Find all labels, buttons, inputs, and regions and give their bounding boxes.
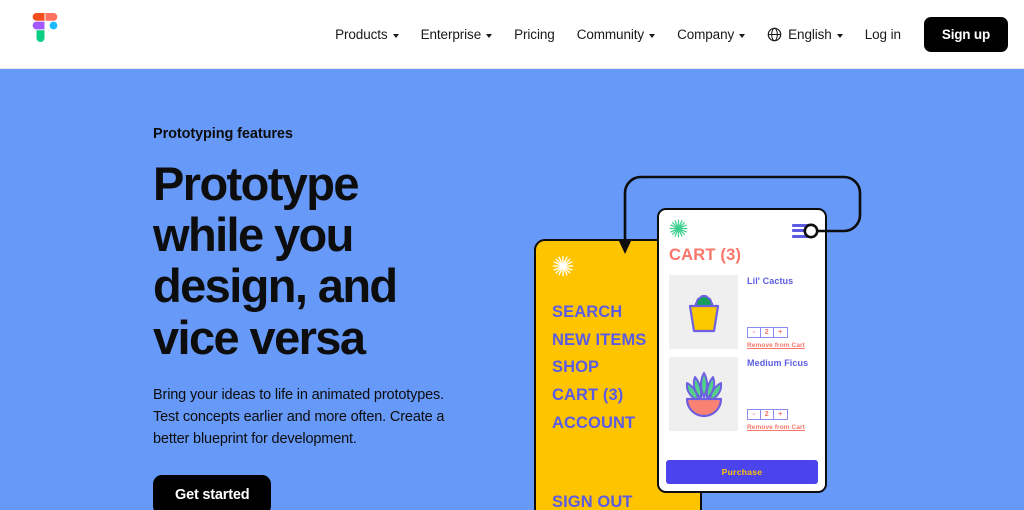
phone-header	[659, 210, 825, 242]
cart-item-name: Lil' Cactus	[747, 276, 794, 286]
purchase-button[interactable]: Purchase	[666, 460, 818, 484]
nav-item-community[interactable]: Community	[566, 19, 666, 50]
language-selector[interactable]: English	[756, 19, 854, 50]
get-started-button[interactable]: Get started	[153, 474, 272, 510]
headline-line-4: vice versa	[153, 310, 366, 364]
login-link[interactable]: Log in	[854, 19, 912, 50]
nav-item-enterprise[interactable]: Enterprise	[410, 19, 504, 50]
quantity-value: 2	[760, 327, 774, 338]
nav-item-products[interactable]: Products	[324, 19, 409, 50]
nav-label: Community	[576, 27, 645, 42]
cart-item-name: Medium Ficus	[747, 358, 809, 368]
cart-title: CART (3)	[669, 246, 742, 264]
quantity-stepper: - 2 +	[747, 409, 788, 420]
hero-section: Prototyping features Prototype while you…	[0, 69, 1024, 510]
nav-label: Enterprise	[420, 27, 482, 42]
nav-item-pricing[interactable]: Pricing	[503, 19, 566, 50]
nav-label: Products	[335, 27, 388, 42]
page-title: Prototype while you design, and vice ver…	[153, 158, 483, 363]
hero-copy-block: Prototyping features Prototype while you…	[153, 126, 483, 510]
cart-item-row: Medium Ficus - 2 + Remove from Cart	[669, 357, 815, 431]
phone-mockup-card: CART (3) Lil' Cactus - 2 + Remove from C…	[657, 208, 827, 493]
increment-button[interactable]: +	[774, 409, 788, 420]
globe-icon	[767, 27, 782, 42]
headline-line-1: Prototype	[153, 157, 360, 210]
decrement-button[interactable]: -	[747, 409, 761, 420]
language-label: English	[788, 27, 832, 42]
nav-label: Pricing	[514, 27, 555, 42]
cart-item-details: Medium Ficus - 2 + Remove from Cart	[747, 357, 815, 431]
remove-from-cart-link[interactable]: Remove from Cart	[747, 342, 815, 349]
chevron-down-icon	[649, 33, 656, 38]
headline-line-3: design, and	[153, 259, 398, 313]
chevron-down-icon	[739, 33, 746, 38]
menu-item-sign-out[interactable]: SIGN OUT	[552, 493, 633, 510]
chevron-down-icon	[836, 33, 843, 38]
starburst-icon	[669, 219, 688, 243]
cactus-plant-icon	[669, 275, 738, 349]
chevron-down-icon	[486, 33, 493, 38]
cart-items-list: Lil' Cactus - 2 + Remove from Cart Mediu…	[659, 265, 825, 431]
nav-item-company[interactable]: Company	[666, 19, 756, 50]
chevron-down-icon	[392, 33, 399, 38]
decrement-button[interactable]: -	[747, 327, 761, 338]
increment-button[interactable]: +	[774, 327, 788, 338]
purchase-button-container: Purchase	[666, 460, 818, 484]
figma-logo-icon[interactable]	[28, 13, 62, 59]
hero-description: Bring your ideas to life in animated pro…	[153, 386, 445, 447]
hero-eyebrow: Prototyping features	[153, 126, 293, 142]
quantity-stepper: - 2 +	[747, 327, 788, 338]
nav-right-group: Products Enterprise Pricing Community Co…	[324, 0, 1008, 69]
hamburger-icon[interactable]	[792, 223, 814, 238]
signup-button[interactable]: Sign up	[923, 17, 1008, 52]
top-navigation-bar: Products Enterprise Pricing Community Co…	[0, 0, 1024, 69]
ficus-plant-icon	[669, 357, 738, 431]
remove-from-cart-link[interactable]: Remove from Cart	[747, 424, 815, 431]
headline-line-2: while you	[153, 208, 354, 262]
cart-item-row: Lil' Cactus - 2 + Remove from Cart	[669, 275, 815, 349]
quantity-value: 2	[760, 409, 774, 420]
login-label: Log in	[864, 27, 901, 42]
nav-label: Company	[677, 27, 735, 42]
cart-item-details: Lil' Cactus - 2 + Remove from Cart	[747, 275, 815, 349]
